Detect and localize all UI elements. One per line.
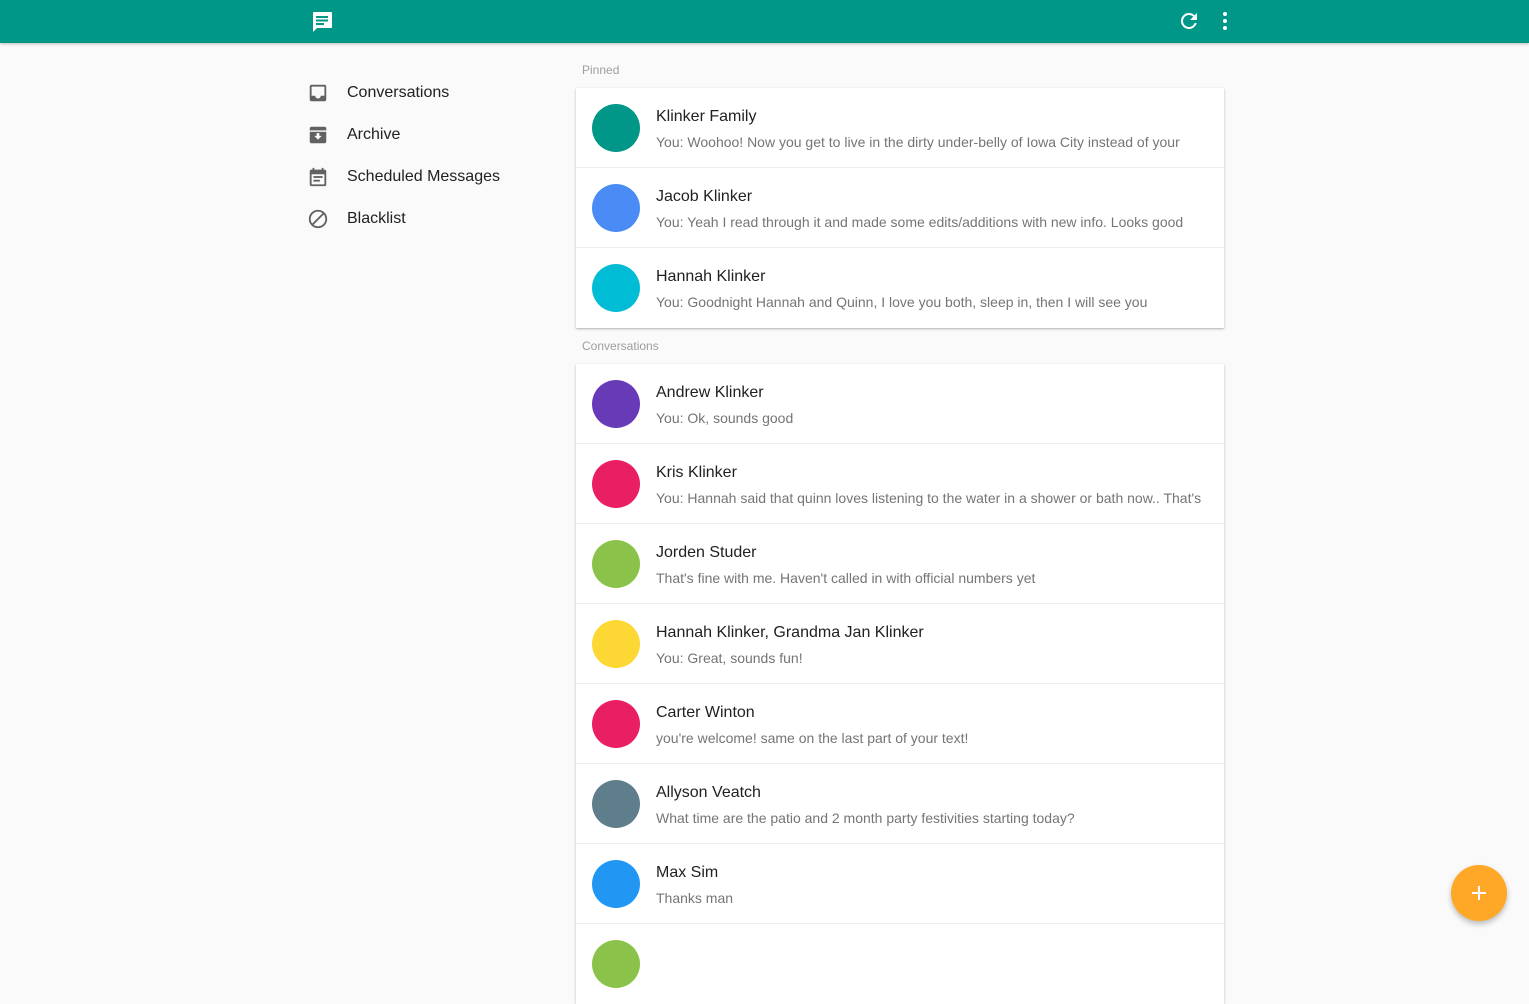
block-icon	[306, 207, 330, 231]
contact-name: Jacob Klinker	[656, 188, 753, 205]
archive-icon	[306, 123, 330, 147]
message-snippet: You: Woohoo! Now you get to live in the …	[656, 134, 1180, 150]
avatar	[592, 460, 640, 508]
conversation-row[interactable]: Jacob Klinker You: Yeah I read through i…	[576, 168, 1224, 248]
more-vert-icon[interactable]	[1213, 9, 1237, 33]
message-snippet: You: Ok, sounds good	[656, 410, 794, 426]
contact-name: Max Sim	[656, 864, 719, 881]
contact-name: Klinker Family	[656, 108, 757, 125]
contact-name: Hannah Klinker	[656, 268, 766, 285]
avatar	[592, 620, 640, 668]
new-conversation-button[interactable]	[1451, 865, 1507, 921]
conversations-card: Andrew Klinker You: Ok, sounds good Kris…	[576, 364, 1224, 1004]
nav-item-scheduled-messages[interactable]: Scheduled Messages	[306, 156, 546, 198]
message-snippet: You: Goodnight Hannah and Quinn, I love …	[656, 294, 1148, 310]
app-toolbar	[0, 0, 1529, 43]
refresh-icon[interactable]	[1177, 9, 1201, 33]
contact-name: Jorden Studer	[656, 544, 757, 561]
avatar	[592, 780, 640, 828]
nav-item-blacklist[interactable]: Blacklist	[306, 198, 546, 240]
contact-name: Carter Winton	[656, 704, 755, 721]
calendar-icon	[306, 165, 330, 189]
contact-name: Andrew Klinker	[656, 384, 764, 401]
conversation-row[interactable]: Max Sim Thanks man	[576, 844, 1224, 924]
message-icon[interactable]	[309, 10, 335, 34]
inbox-icon	[306, 81, 330, 105]
message-snippet: You: Hannah said that quinn loves listen…	[656, 490, 1202, 506]
nav-item-label: Blacklist	[347, 210, 406, 227]
conversation-row[interactable]: Andrew Klinker You: Ok, sounds good	[576, 364, 1224, 444]
nav-item-label: Archive	[347, 126, 401, 143]
nav-item-archive[interactable]: Archive	[306, 114, 546, 156]
conversation-row[interactable]: Klinker Family You: Woohoo! Now you get …	[576, 88, 1224, 168]
avatar	[592, 860, 640, 908]
pinned-card: Klinker Family You: Woohoo! Now you get …	[576, 88, 1224, 328]
message-snippet: That's fine with me. Haven't called in w…	[656, 570, 1036, 586]
nav-item-label: Scheduled Messages	[347, 168, 500, 185]
contact-name: Allyson Veatch	[656, 784, 761, 801]
avatar	[592, 540, 640, 588]
conversation-row[interactable]: Hannah Klinker You: Goodnight Hannah and…	[576, 248, 1224, 328]
avatar	[592, 264, 640, 312]
message-snippet: you're welcome! same on the last part of…	[656, 730, 969, 746]
conversation-row[interactable]: Kris Klinker You: Hannah said that quinn…	[576, 444, 1224, 524]
conversation-row[interactable]: Carter Winton you're welcome! same on th…	[576, 684, 1224, 764]
contact-name: Kris Klinker	[656, 464, 737, 481]
message-snippet: You: Yeah I read through it and made som…	[656, 214, 1184, 230]
pinned-header: Pinned	[582, 63, 620, 77]
conversation-row[interactable]: Hannah Klinker, Grandma Jan Klinker You:…	[576, 604, 1224, 684]
conversation-row[interactable]: Allyson Veatch What time are the patio a…	[576, 764, 1224, 844]
message-snippet: You: Great, sounds fun!	[656, 650, 803, 666]
avatar	[592, 940, 640, 988]
nav-item-conversations[interactable]: Conversations	[306, 72, 546, 114]
message-snippet: Thanks man	[656, 890, 734, 906]
add-icon	[1472, 886, 1486, 900]
message-snippet: What time are the patio and 2 month part…	[656, 810, 1075, 826]
side-nav: Conversations Archive Scheduled Messages	[306, 72, 546, 240]
avatar	[592, 104, 640, 152]
avatar	[592, 700, 640, 748]
conversations-header: Conversations	[582, 339, 659, 353]
avatar	[592, 184, 640, 232]
conversation-row[interactable]: Jorden Studer That's fine with me. Haven…	[576, 524, 1224, 604]
nav-item-label: Conversations	[347, 84, 450, 101]
contact-name: Hannah Klinker, Grandma Jan Klinker	[656, 624, 924, 641]
conversation-row[interactable]	[576, 924, 1224, 1004]
avatar	[592, 380, 640, 428]
